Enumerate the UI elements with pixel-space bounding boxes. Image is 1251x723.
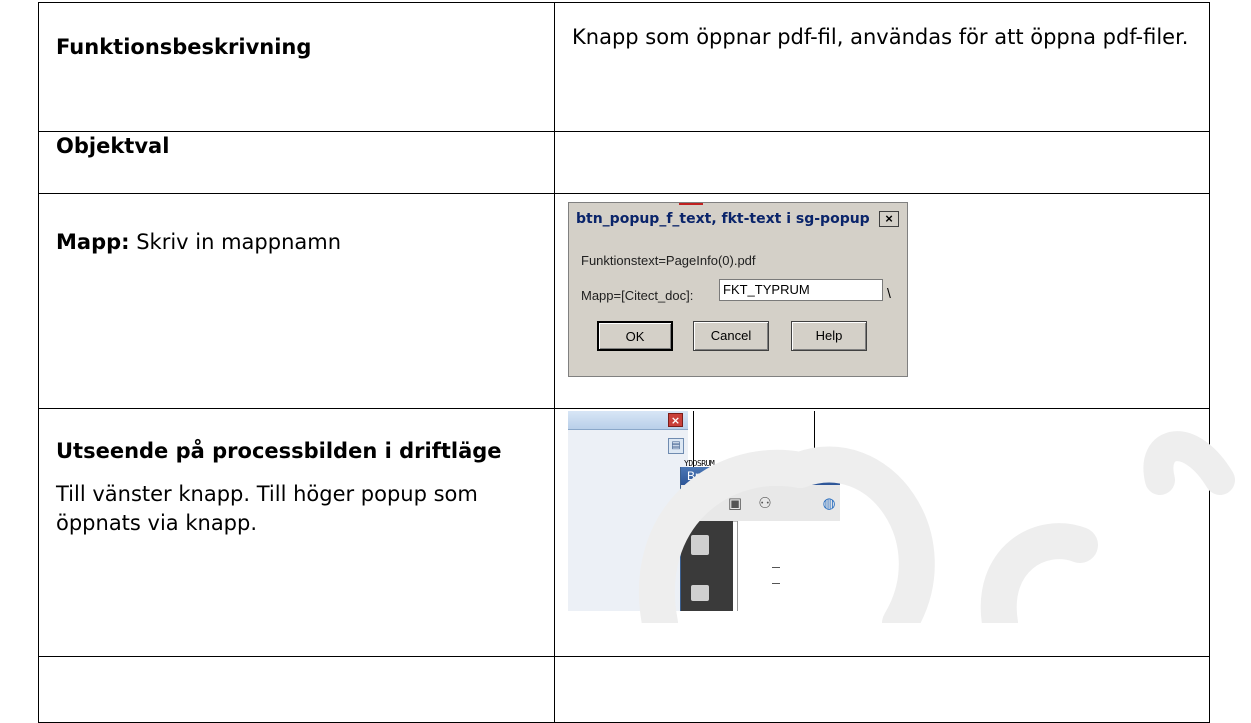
row-label — [38, 656, 555, 723]
globe-icon[interactable]: ◍ — [819, 493, 839, 513]
function-table: Funktionsbeskrivning Knapp som öppnar pd… — [38, 2, 1210, 723]
browser-sidebar — [681, 521, 733, 611]
close-icon[interactable]: × — [879, 211, 899, 227]
row-description: Till vänster knapp. Till höger popup som… — [56, 482, 478, 535]
cancel-button[interactable]: Cancel — [693, 321, 769, 351]
row-value: × ▤ YDDSRUM Browser ⎙ ▣ ⚇ ◍ — [554, 408, 1210, 657]
folder-input[interactable]: FKT_TYPRUM — [719, 279, 883, 301]
browser-title: Browser — [681, 467, 840, 485]
row-value: Knapp som öppnar pdf-fil, användas för a… — [554, 2, 1210, 132]
dialog-screenshot: btn_popup_f_text, fkt-text i sg-popup × … — [568, 202, 908, 377]
row-value — [554, 131, 1210, 194]
ok-button[interactable]: OK — [597, 321, 673, 351]
close-icon[interactable]: × — [668, 413, 683, 427]
row-label: Utseende på processbilden i driftläge Ti… — [38, 408, 555, 657]
function-text: Funktionstext=PageInfo(0).pdf — [581, 253, 756, 268]
dialog-title: btn_popup_f_text, fkt-text i sg-popup — [573, 209, 903, 229]
row-label: Funktionsbeskrivning — [38, 2, 555, 132]
pdf-page — [737, 521, 840, 611]
help-button[interactable]: Help — [791, 321, 867, 351]
table-row — [38, 656, 1210, 723]
pdf-button-icon[interactable]: ▤ — [668, 438, 684, 454]
table-row: Objektval — [38, 131, 1210, 194]
pages-icon[interactable] — [691, 535, 709, 555]
folder-label: Mapp=[Citect_doc]: — [581, 288, 694, 303]
table-row: Funktionsbeskrivning Knapp som öppnar pd… — [38, 2, 1210, 132]
process-window: × ▤ — [568, 411, 688, 611]
table-row: Utseende på processbilden i driftläge Ti… — [38, 408, 1210, 657]
save-icon[interactable]: ▣ — [725, 493, 745, 513]
browser-toolbar: ⎙ ▣ ⚇ ◍ — [681, 485, 840, 522]
browser-popup: Browser ⎙ ▣ ⚇ ◍ — [680, 467, 840, 611]
print-icon[interactable]: ⎙ — [693, 493, 713, 513]
path-separator: \ — [887, 285, 891, 301]
row-label: Objektval — [38, 131, 555, 194]
row-value: btn_popup_f_text, fkt-text i sg-popup × … — [554, 193, 1210, 409]
table-row: Mapp: Skriv in mappnamn btn_popup_f_text… — [38, 193, 1210, 409]
runtime-screenshot: × ▤ YDDSRUM Browser ⎙ ▣ ⚇ ◍ — [568, 411, 840, 611]
binoculars-icon[interactable] — [691, 585, 709, 601]
row-label: Mapp: Skriv in mappnamn — [38, 193, 555, 409]
row-value — [554, 656, 1210, 723]
share-icon[interactable]: ⚇ — [755, 493, 775, 513]
